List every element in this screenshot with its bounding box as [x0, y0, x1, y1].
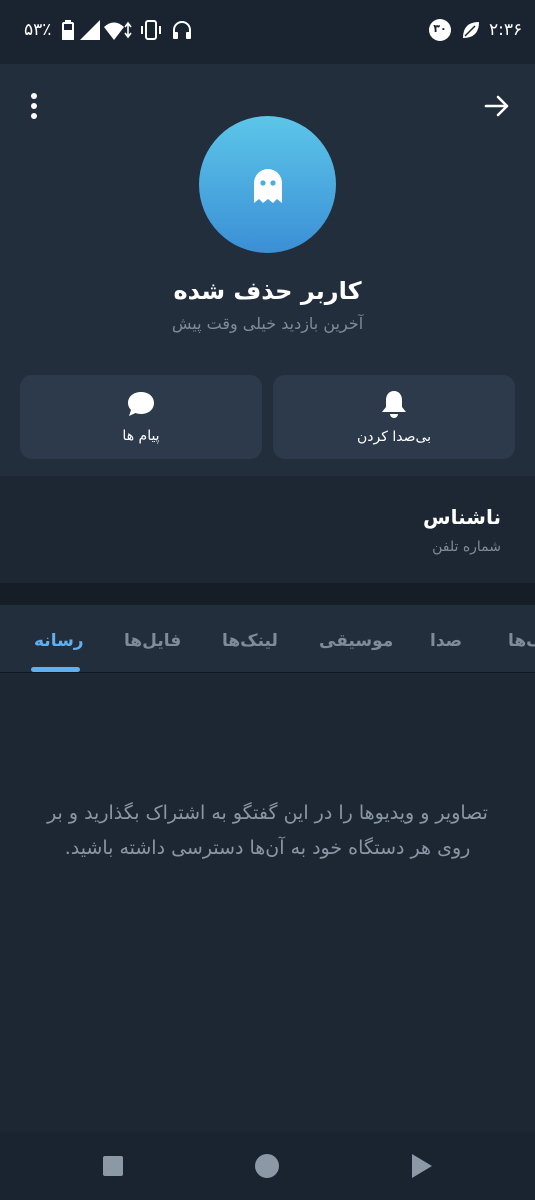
tab-files[interactable]: فایل‌ها [124, 631, 181, 651]
tab-links[interactable]: لینک‌ها [222, 631, 278, 651]
arrow-right-icon [484, 95, 509, 117]
messages-button[interactable]: پیام ها [20, 375, 262, 459]
circle-icon [255, 1154, 279, 1178]
bell-icon [382, 391, 406, 418]
media-tabs: رسانه فایل‌ها لینک‌ها موسیقی صدا گیف‌ها [0, 605, 535, 673]
info-section [0, 476, 535, 583]
avatar[interactable] [199, 116, 336, 253]
phone-label: شماره تلفن [432, 539, 501, 555]
chat-bubble-icon [128, 392, 154, 416]
tab-gifs[interactable]: گیف‌ها [508, 631, 535, 651]
last-seen-status: آخرین بازدید خیلی وقت پیش [171, 314, 364, 333]
profile-name: کاربر حذف شده [173, 277, 362, 305]
more-options-button[interactable] [14, 86, 54, 126]
tab-media[interactable]: رسانه [34, 631, 84, 651]
notification-count: ۳۰ [433, 22, 447, 35]
phone-value[interactable]: ناشناس [423, 505, 501, 529]
section-divider [0, 583, 535, 605]
back-button[interactable] [477, 86, 517, 126]
recents-button[interactable] [97, 1150, 129, 1182]
ghost-icon [253, 168, 282, 203]
vibrate-icon [140, 20, 162, 44]
battery-icon [62, 20, 74, 44]
back-nav-button[interactable] [405, 1150, 437, 1182]
mute-label: بی‌صدا کردن [356, 429, 432, 445]
triangle-icon [412, 1154, 432, 1178]
tabs-divider [0, 672, 535, 673]
tab-music[interactable]: موسیقی [319, 631, 393, 651]
battery-percent: ۵۳٪ [24, 20, 52, 40]
status-time: ۲:۳۶ [489, 20, 523, 40]
headset-icon [172, 20, 192, 44]
messages-label: پیام ها [122, 428, 160, 444]
mute-button[interactable]: بی‌صدا کردن [273, 375, 515, 459]
leaf-icon [461, 20, 481, 44]
more-vertical-icon [31, 93, 37, 119]
tab-voice[interactable]: صدا [430, 631, 462, 651]
square-icon [103, 1156, 123, 1176]
empty-state-text: تصاویر و ویدیوها را در این گفتگو به اشتر… [47, 802, 488, 859]
wifi-icon [104, 20, 132, 44]
home-button[interactable] [251, 1150, 283, 1182]
signal-icon [80, 20, 100, 44]
status-bar: ۵۳٪ ۳۰ ۲:۳۶ [0, 0, 535, 64]
